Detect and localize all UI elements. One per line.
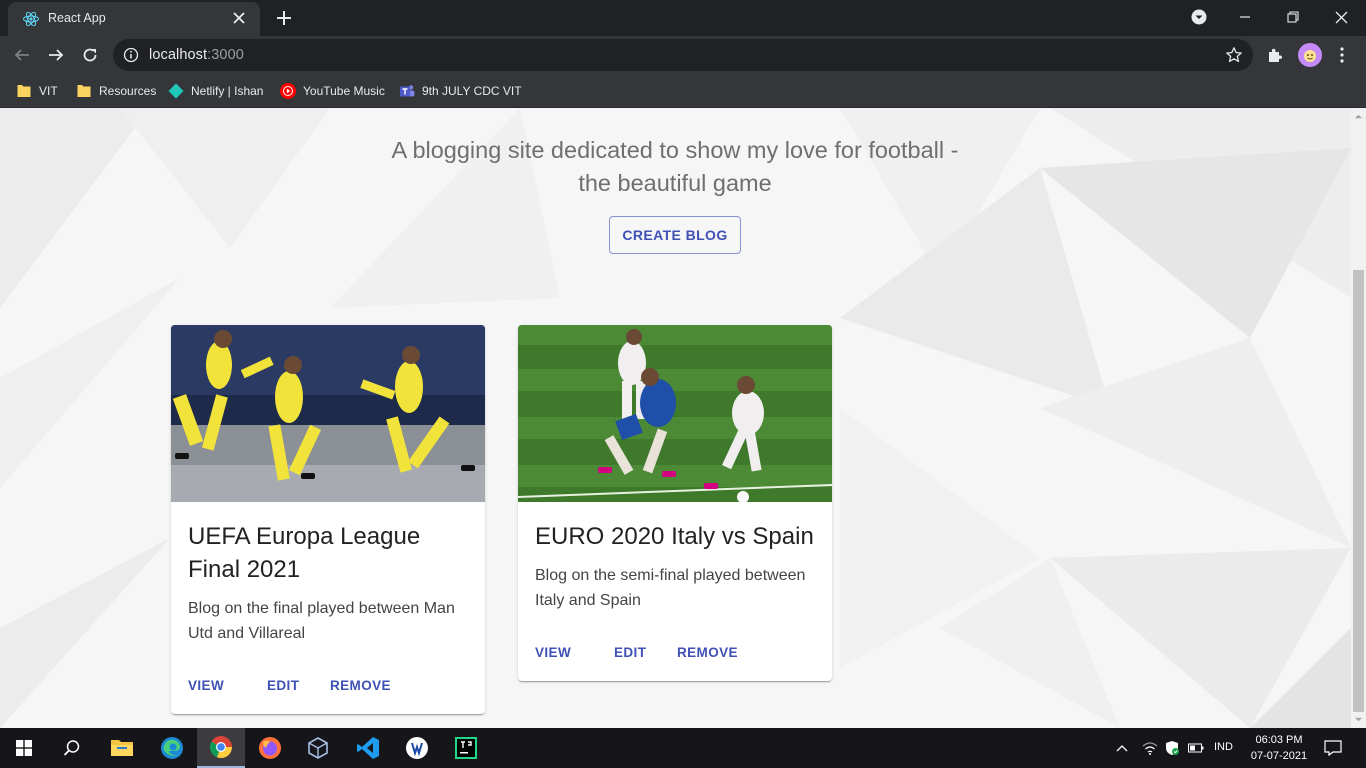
remove-blog-button[interactable]: REMOVE	[330, 672, 391, 698]
bookmark-vit[interactable]: VIT	[16, 81, 58, 101]
clock-time: 06:03 PM	[1255, 734, 1303, 746]
browser-tab-bar: React App	[0, 0, 1366, 36]
extensions-puzzle-icon[interactable]	[1261, 41, 1289, 69]
bookmark-label: 9th JULY CDC VIT	[422, 84, 522, 98]
tab-close-icon[interactable]	[228, 7, 250, 29]
teams-icon	[400, 85, 415, 97]
football-match-illustration	[518, 325, 832, 502]
blog-card-image	[518, 325, 832, 502]
site-tagline: A blogging site dedicated to show my lov…	[391, 137, 959, 196]
wifi-icon[interactable]	[1140, 738, 1160, 758]
edit-blog-button[interactable]: EDIT	[614, 639, 646, 665]
firefox-icon[interactable]	[246, 728, 294, 768]
bookmark-star-icon[interactable]	[1225, 46, 1243, 64]
bookmark-netlify[interactable]: Netlify | Ishan	[168, 81, 263, 101]
scroll-up-arrow-icon[interactable]	[1354, 112, 1363, 121]
bookmark-label: VIT	[39, 84, 58, 98]
notifications-icon[interactable]	[1323, 738, 1343, 758]
bookmarks-bar: VIT Resources Netlify | Ishan YouTube Mu…	[0, 74, 1366, 108]
address-bar[interactable]: localhost:3000	[113, 39, 1253, 71]
folder-icon	[17, 85, 31, 97]
restore-icon[interactable]	[1270, 0, 1316, 34]
close-window-icon[interactable]	[1318, 0, 1364, 34]
profile-avatar-icon[interactable]	[1298, 43, 1322, 67]
bookmark-youtube-music[interactable]: YouTube Music	[280, 81, 385, 101]
page-viewport: A blogging site dedicated to show my lov…	[0, 108, 1351, 728]
blog-card: UEFA Europa League Final 2021 Blog on th…	[171, 325, 485, 714]
jetbrains-icon[interactable]	[442, 728, 490, 768]
virtualbox-icon[interactable]	[294, 728, 342, 768]
input-language-indicator[interactable]: IND	[1214, 741, 1233, 753]
scrollbar-thumb[interactable]	[1353, 270, 1364, 712]
react-logo-icon	[23, 11, 39, 27]
netlify-icon	[168, 83, 184, 99]
minimize-icon[interactable]	[1222, 0, 1268, 34]
blog-card: EURO 2020 Italy vs Spain Blog on the sem…	[518, 325, 832, 681]
bookmark-resources[interactable]: Resources	[76, 81, 156, 101]
windows-start-icon[interactable]	[0, 728, 48, 768]
vscode-icon[interactable]	[344, 728, 392, 768]
browser-tab[interactable]: React App	[8, 2, 260, 36]
new-tab-icon[interactable]	[272, 6, 296, 30]
view-blog-button[interactable]: VIEW	[188, 672, 224, 698]
youtube-music-icon	[280, 83, 296, 99]
show-hidden-icons-chevron-icon[interactable]	[1112, 738, 1132, 758]
blog-card-description: Blog on the final played between Man Utd…	[188, 600, 455, 642]
chrome-taskbar-icon[interactable]	[197, 728, 245, 768]
blog-card-title: UEFA Europa League Final 2021	[188, 523, 421, 583]
blog-card-actions: VIEW EDIT REMOVE	[518, 623, 832, 681]
blog-card-title: EURO 2020 Italy vs Spain	[535, 523, 814, 550]
site-info-icon[interactable]	[123, 47, 139, 63]
url-host: localhost	[149, 47, 208, 63]
file-explorer-icon[interactable]	[98, 728, 146, 768]
security-shield-icon[interactable]	[1162, 738, 1182, 758]
blog-card-actions: VIEW EDIT REMOVE	[171, 656, 485, 714]
bookmark-label: YouTube Music	[303, 84, 385, 98]
bookmark-cdc-vit[interactable]: 9th JULY CDC VIT	[399, 81, 522, 101]
clock-date: 07-07-2021	[1250, 750, 1308, 762]
url-port: :3000	[207, 47, 244, 63]
tab-search-icon[interactable]	[1176, 0, 1222, 34]
back-arrow-icon[interactable]	[8, 41, 36, 69]
view-blog-button[interactable]: VIEW	[535, 639, 571, 665]
folder-icon	[77, 85, 91, 97]
celebrating-players-illustration	[171, 325, 485, 502]
edge-browser-icon[interactable]	[148, 728, 196, 768]
blog-card-image	[171, 325, 485, 502]
bookmark-label: Resources	[99, 84, 157, 98]
blog-card-description: Blog on the semi-final played between It…	[535, 567, 806, 609]
reload-icon[interactable]	[76, 41, 104, 69]
remove-blog-button[interactable]: REMOVE	[677, 639, 738, 665]
battery-icon[interactable]	[1186, 738, 1206, 758]
url-text: localhost:3000	[149, 47, 244, 63]
edit-blog-button[interactable]: EDIT	[267, 672, 299, 698]
forward-arrow-icon[interactable]	[42, 41, 70, 69]
system-clock[interactable]: 06:03 PM 07-07-2021	[1244, 732, 1314, 764]
chrome-menu-icon[interactable]	[1328, 41, 1356, 69]
notion-style-app-icon[interactable]	[393, 728, 441, 768]
browser-toolbar: localhost:3000	[0, 36, 1366, 74]
create-blog-button[interactable]: CREATE BLOG	[609, 216, 741, 254]
windows-taskbar: IND 06:03 PM 07-07-2021	[0, 728, 1366, 768]
bookmark-label: Netlify | Ishan	[191, 84, 264, 98]
tab-title: React App	[48, 11, 106, 25]
page-scrollbar[interactable]	[1351, 108, 1366, 728]
scroll-down-arrow-icon[interactable]	[1354, 715, 1363, 724]
search-icon[interactable]	[48, 728, 96, 768]
